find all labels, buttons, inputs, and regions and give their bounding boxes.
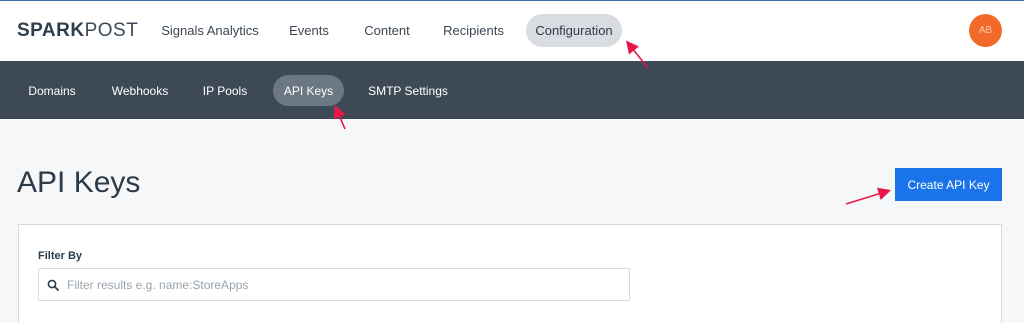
search-icon xyxy=(39,269,67,300)
filter-panel: Filter By xyxy=(18,224,1002,323)
nav-label: Signals Analytics xyxy=(161,23,259,38)
nav-label: Recipients xyxy=(443,23,504,38)
subnav-label: Domains xyxy=(28,83,76,98)
subnav-label: SMTP Settings xyxy=(368,83,448,98)
subnav-label: Webhooks xyxy=(111,83,169,98)
filter-label: Filter By xyxy=(38,250,83,262)
filter-search-box[interactable] xyxy=(38,268,630,301)
subnav-api-keys[interactable]: API Keys xyxy=(273,75,344,106)
nav-label: Configuration xyxy=(535,23,613,38)
subnav-label: IP Pools xyxy=(202,83,248,98)
nav-recipients[interactable]: Recipients xyxy=(436,14,511,47)
filter-input[interactable] xyxy=(67,277,607,292)
sub-navigation: Domains Webhooks IP Pools API Keys SMTP … xyxy=(0,61,1024,119)
subnav-domains[interactable]: Domains xyxy=(20,75,84,106)
subnav-label: API Keys xyxy=(283,83,334,98)
top-navigation: SPARK POST Signals Analytics Events Cont… xyxy=(0,0,1024,61)
nav-label: Events xyxy=(289,23,329,38)
logo-text-spark: SPARK xyxy=(17,20,85,41)
logo-text-post: POST xyxy=(84,20,139,41)
page: SPARK POST Signals Analytics Events Cont… xyxy=(0,0,1024,323)
create-api-key-button[interactable]: Create API Key xyxy=(895,168,1002,201)
nav-events[interactable]: Events xyxy=(280,14,338,47)
arrow-to-create-api-key xyxy=(845,187,892,205)
avatar-initials: AB xyxy=(978,25,993,36)
nav-label: Content xyxy=(364,23,410,38)
subnav-smtp-settings[interactable]: SMTP Settings xyxy=(359,75,457,106)
nav-content[interactable]: Content xyxy=(352,14,422,47)
nav-signals-analytics[interactable]: Signals Analytics xyxy=(155,14,265,47)
subnav-webhooks[interactable]: Webhooks xyxy=(103,75,177,106)
sparkpost-logo[interactable]: SPARK POST xyxy=(17,19,138,43)
nav-configuration[interactable]: Configuration xyxy=(526,14,622,47)
user-avatar[interactable]: AB xyxy=(969,14,1002,47)
subnav-ip-pools[interactable]: IP Pools xyxy=(195,75,255,106)
page-title: API Keys xyxy=(17,166,141,199)
